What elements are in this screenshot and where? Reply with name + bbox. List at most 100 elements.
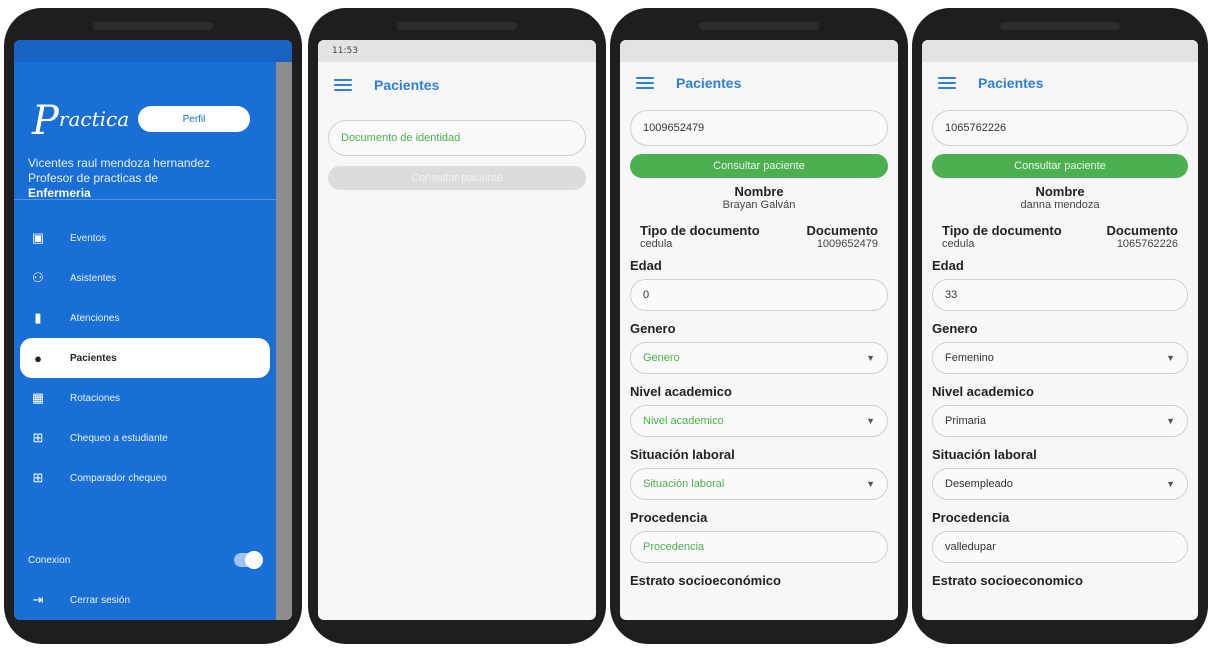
nombre-label: Nombre [1035,184,1085,199]
edad-label: Edad [932,258,964,273]
rotation-icon: ▦ [31,390,45,405]
phone-patient-2: Pacientes 1065762226 Consultar paciente … [912,8,1208,644]
patient-form: 1009652479 Consultar paciente Nombre Bra… [620,104,898,606]
nivel-academico-label: Nivel academico [630,384,732,399]
document-id-input[interactable]: 1065762226 [932,110,1188,146]
document-icon: ▮ [34,310,42,325]
phone-drawer: Practica Perfil ✕ Vicentes raul mendoza … [4,8,302,644]
edad-input[interactable]: 0 [630,279,888,311]
nivel-academico-label: Nivel academico [932,384,1034,399]
status-time: 11:53 [332,46,358,56]
menu-item-atenciones[interactable]: ▮ Atenciones [14,298,276,338]
chevron-down-icon: ▼ [866,353,875,363]
navigation-drawer: Practica Perfil ✕ Vicentes raul mendoza … [14,62,290,620]
name-block: Nombre Brayan Galván [630,184,888,211]
nombre-label: Nombre [734,184,784,199]
procedencia-label: Procedencia [630,510,708,525]
search-screen: 11:53 Pacientes Documento de identidad C… [318,40,596,620]
connection-toggle[interactable] [234,551,263,569]
genero-select[interactable]: Femenino ▼ [932,342,1188,374]
app-bar: Pacientes [318,62,596,108]
menu-item-eventos[interactable]: ▣ Eventos [14,218,276,258]
user-role: Profesor de practicas de [28,171,159,185]
nivel-academico-select[interactable]: Primaria ▼ [932,405,1188,437]
status-bar [620,40,898,62]
doc-type-block: Tipo de documento cedula [640,223,760,250]
hamburger-menu-icon[interactable] [636,77,654,89]
doc-type-block: Tipo de documento cedula [942,223,1062,250]
page-title: Pacientes [978,75,1044,91]
consult-patient-button[interactable]: Consultar paciente [932,154,1188,178]
name-block: Nombre danna mendoza [932,184,1188,211]
nivel-select-value: Nivel academico [643,415,724,427]
nivel-academico-select[interactable]: Nivel academico ▼ [630,405,888,437]
documento-label: Documento [1106,223,1179,238]
drawer-screen: Practica Perfil ✕ Vicentes raul mendoza … [14,40,292,620]
documento-value: 1065762226 [1116,238,1178,250]
menu-item-comparador[interactable]: ⊞ Comparador chequeo [14,458,276,498]
tipo-doc-label: Tipo de documento [640,223,760,238]
phone-notch [1000,22,1120,30]
consult-patient-button[interactable]: Consultar paciente [328,166,586,190]
hamburger-menu-icon[interactable] [334,79,352,91]
logout-item[interactable]: ⇥ Cerrar sesión [14,580,276,620]
genero-label: Genero [630,321,676,336]
menu-item-asistentes[interactable]: ⚇ Asistentes [14,258,276,298]
menu-item-label: Chequeo a estudiante [70,432,168,444]
nombre-value: danna mendoza [1020,199,1100,211]
menu-item-rotaciones[interactable]: ▦ Rotaciones [14,378,276,418]
tipo-doc-value: cedula [942,238,975,250]
phone-notch [93,22,213,30]
document-id-input[interactable]: 1009652479 [630,110,888,146]
menu-item-label: Pacientes [70,352,117,364]
app-logo: Practica [32,98,130,144]
document-id-input[interactable]: Documento de identidad [328,120,586,156]
genero-select-value: Genero [643,352,680,364]
drawer-footer: Conexion ⇥ Cerrar sesión [14,540,276,620]
page-title: Pacientes [374,77,440,93]
menu-item-label: Asistentes [70,272,117,284]
estrato-label: Estrato socioeconómico [630,573,781,588]
menu-item-label: Atenciones [70,312,120,324]
edad-label: Edad [630,258,662,273]
genero-select[interactable]: Genero ▼ [630,342,888,374]
patient-form: 1065762226 Consultar paciente Nombre dan… [922,104,1198,606]
perfil-button[interactable]: Perfil [138,106,250,132]
consult-patient-button[interactable]: Consultar paciente [630,154,888,178]
situacion-laboral-select[interactable]: Desempleado ▼ [932,468,1188,500]
doc-number-block: Documento 1009652479 [807,223,879,250]
phone-patient-1: Pacientes 1009652479 Consultar paciente … [610,8,908,644]
user-name: Vicentes raul mendoza hernandez [28,156,210,170]
documento-value: 1009652479 [816,238,878,250]
app-bar: Pacientes [620,62,898,104]
menu-item-label: Comparador chequeo [70,472,167,484]
phone-notch [699,22,819,30]
phone-search-empty: 11:53 Pacientes Documento de identidad C… [308,8,606,644]
genero-select-value: Femenino [945,352,994,364]
chevron-down-icon: ▼ [1166,416,1175,426]
drawer-header: Practica Perfil ✕ Vicentes raul mendoza … [14,62,290,200]
situacion-laboral-select[interactable]: Situación laboral ▼ [630,468,888,500]
estrato-label: Estrato socioeconomico [932,573,1083,588]
status-bar [14,40,292,62]
procedencia-input[interactable]: Procedencia [630,531,888,563]
calendar-icon: ▣ [31,230,45,245]
menu-item-label: Eventos [70,232,107,244]
screenshot-collage: Practica Perfil ✕ Vicentes raul mendoza … [0,0,1212,649]
hamburger-menu-icon[interactable] [938,77,956,89]
chevron-down-icon: ▼ [1166,353,1175,363]
edad-input[interactable]: 33 [932,279,1188,311]
drawer-scrim[interactable] [276,62,292,620]
document-info-row: Tipo de documento cedula Documento 10657… [932,223,1188,250]
nombre-value: Brayan Galván [722,199,796,211]
menu-item-chequeo[interactable]: ⊞ Chequeo a estudiante [14,418,276,458]
search-form: Documento de identidad Consultar pacient… [318,108,596,202]
drawer-menu: ▣ Eventos ⚇ Asistentes ▮ Atenciones ● Pa… [14,200,276,498]
procedencia-input[interactable]: valledupar [932,531,1188,563]
status-bar: 11:53 [318,40,596,62]
doc-number-block: Documento 1065762226 [1107,223,1179,250]
chevron-down-icon: ▼ [866,416,875,426]
group-icon: ⚇ [32,270,44,285]
menu-item-pacientes[interactable]: ● Pacientes [20,338,270,378]
menu-item-label: Rotaciones [70,392,121,404]
